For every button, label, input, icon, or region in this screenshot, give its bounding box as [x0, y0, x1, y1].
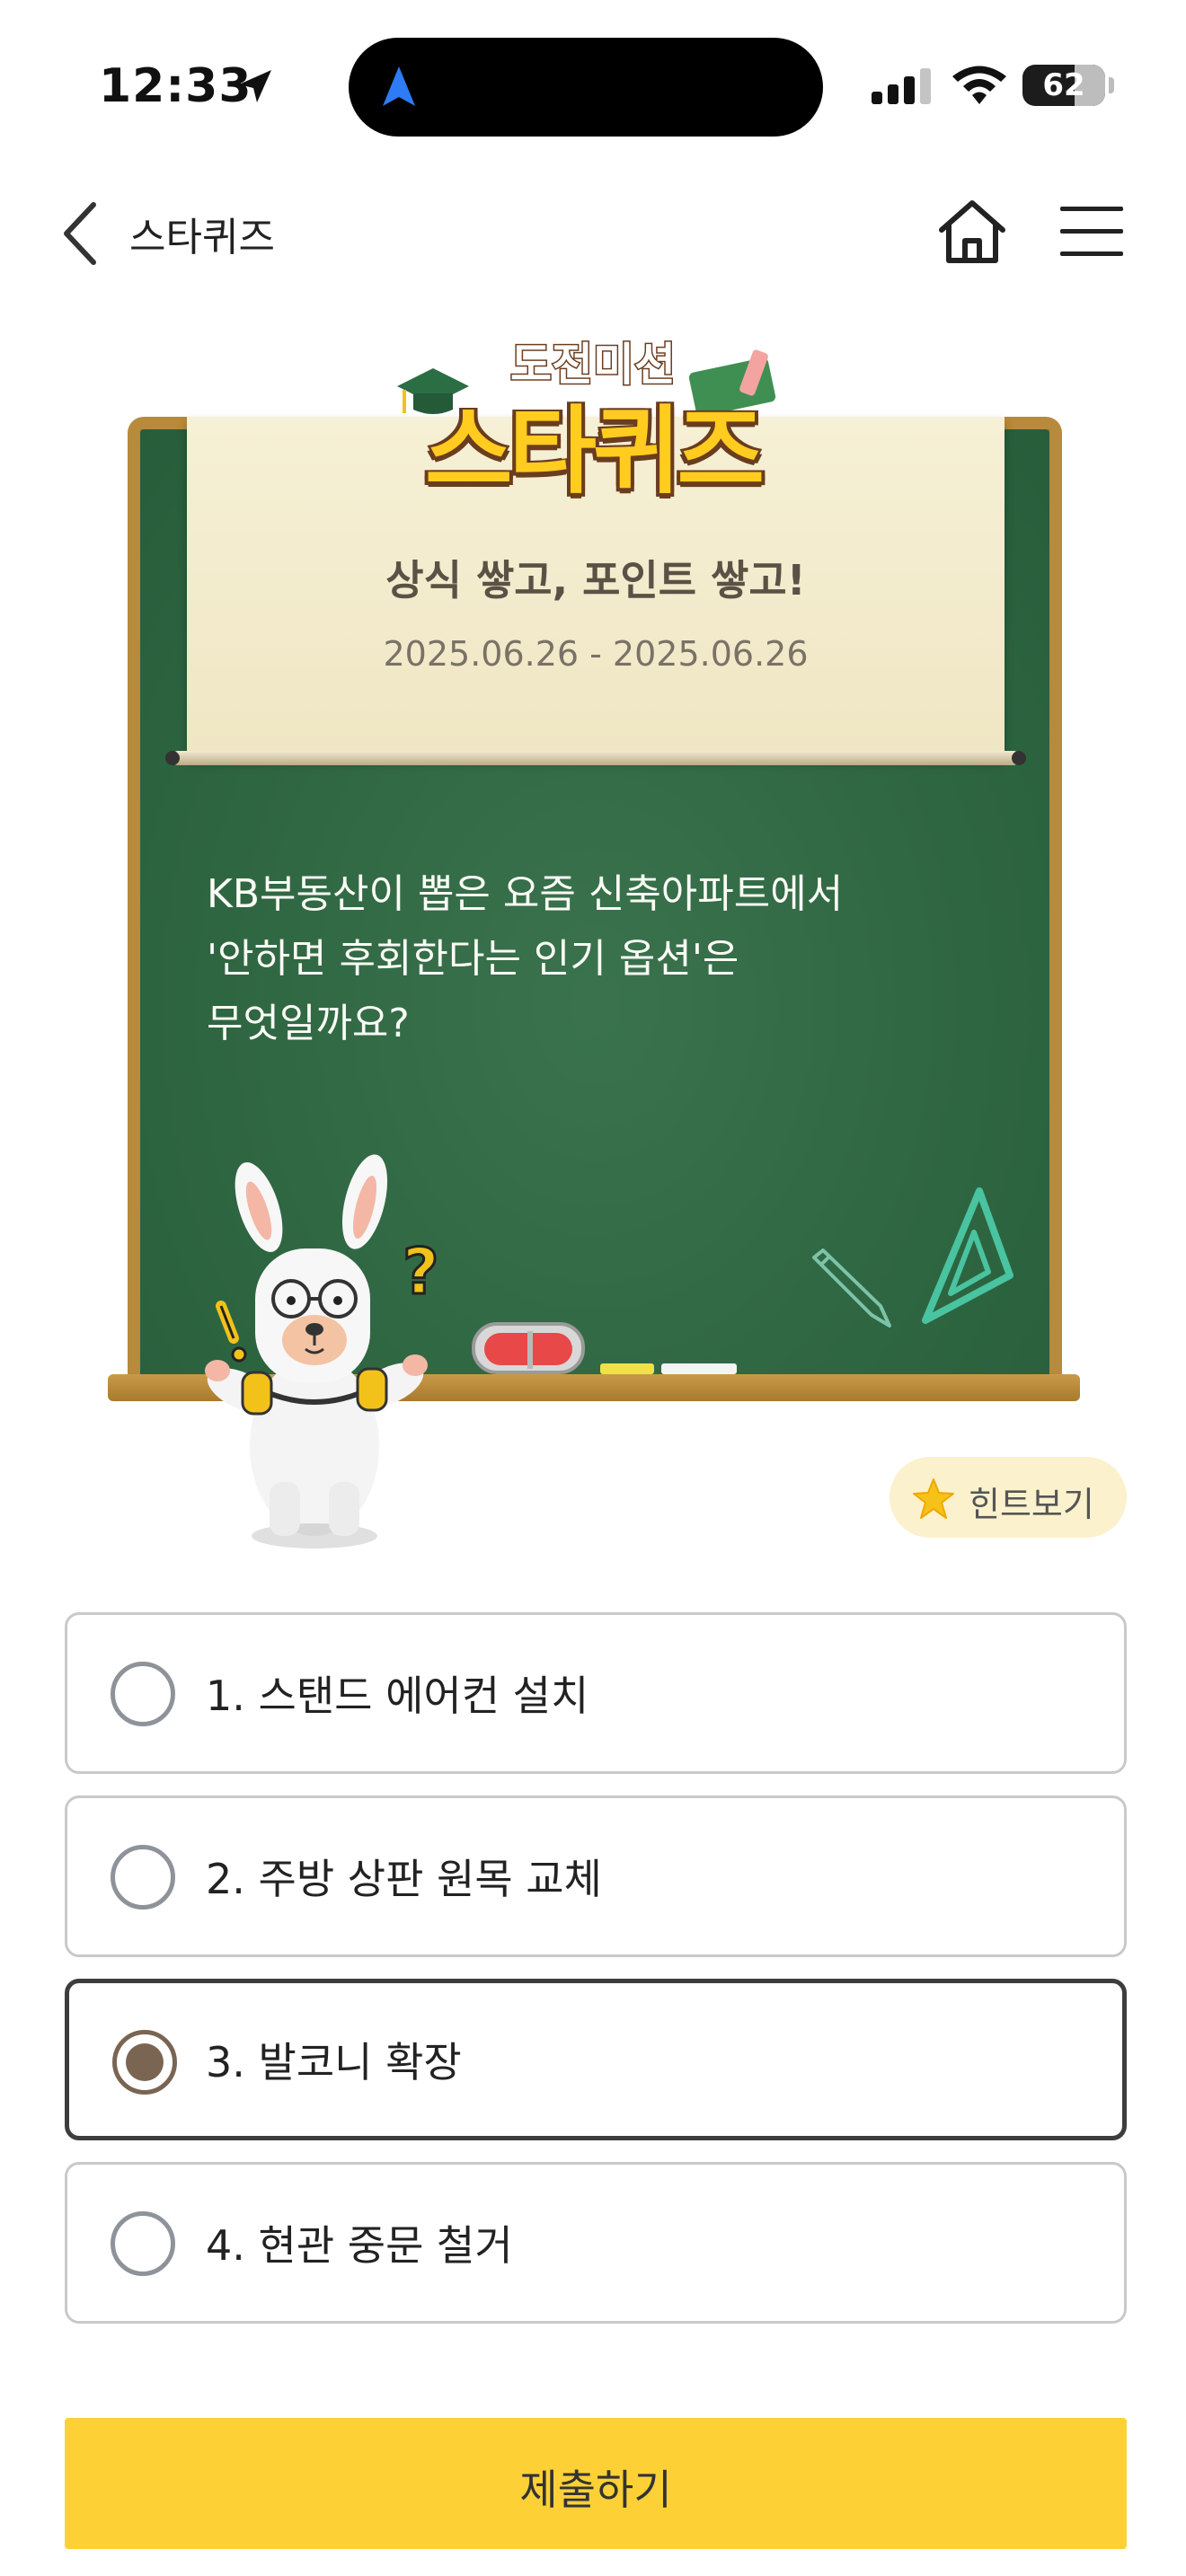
submit-label: 제출하기 — [519, 2466, 672, 2514]
status-bar: 12:33 62 — [0, 0, 1186, 171]
home-icon — [939, 200, 1005, 263]
exclamation-icon — [216, 1301, 247, 1363]
chalk-pencil-icon — [812, 1248, 891, 1328]
scroll-rod — [171, 751, 1021, 765]
white-chalk — [661, 1363, 737, 1374]
hint-label: 힌트보기 — [969, 1485, 1094, 1524]
back-button[interactable] — [54, 198, 108, 269]
battery-indicator: 62 — [1022, 65, 1105, 106]
radio-button[interactable] — [111, 1845, 175, 1910]
star-icon — [913, 1478, 954, 1519]
radio-selected-dot — [126, 2043, 164, 2081]
wifi-icon — [952, 66, 1006, 104]
radio-button-selected[interactable] — [112, 2030, 177, 2095]
event-period: 2025.06.26 - 2025.06.26 — [383, 634, 809, 674]
option-label: 2. 주방 상판 원목 교체 — [206, 1855, 602, 1903]
app-header: 스타퀴즈 — [0, 180, 1186, 287]
banner-subtitle: 상식 쌓고, 포인트 쌓고! — [385, 556, 806, 604]
home-button[interactable] — [934, 194, 1010, 269]
hint-button[interactable]: 힌트보기 — [890, 1457, 1127, 1538]
status-time: 12:33 — [99, 59, 252, 113]
option-label: 4. 현관 중문 철거 — [206, 2221, 513, 2270]
battery-level: 62 — [1042, 67, 1085, 103]
page-title: 스타퀴즈 — [129, 215, 275, 260]
navigation-arrow-icon — [383, 66, 415, 106]
question-mark-icon: ? — [403, 1235, 439, 1309]
menu-button[interactable] — [1057, 199, 1127, 264]
star-quiz-logo: 도전미션 스타퀴즈 — [397, 323, 782, 521]
question-text: KB부동산이 뽑은 요즘 신축아파트에서 '안하면 후회한다는 인기 옵션'은 … — [207, 871, 844, 1046]
chevron-left-icon — [64, 202, 96, 265]
battery-cap — [1109, 77, 1114, 93]
submit-button[interactable]: 제출하기 — [65, 2418, 1127, 2549]
chalk-drawing — [809, 1186, 1024, 1338]
chalk-triangle-ruler-icon — [922, 1187, 1013, 1324]
cellular-signal-icon — [872, 68, 931, 104]
radio-button[interactable] — [111, 2211, 175, 2276]
alpaca-mascot: ? — [205, 1154, 440, 1548]
dynamic-island — [349, 38, 823, 137]
quiz-board: 도전미션 스타퀴즈 상식 쌓고, 포인트 쌓고! 2025.06.26 - 20… — [108, 323, 1087, 1563]
logo-title: 스타퀴즈 — [424, 396, 765, 507]
option-label: 1. 스탠드 에어컨 설치 — [206, 1672, 589, 1720]
location-arrow-icon — [239, 70, 271, 102]
hamburger-menu-icon — [1060, 207, 1123, 256]
yellow-chalk — [600, 1363, 654, 1374]
answer-option-3[interactable]: 3. 발코니 확장 — [65, 1979, 1127, 2140]
answer-option-1[interactable]: 1. 스탠드 에어컨 설치 — [65, 1612, 1127, 1774]
radio-button[interactable] — [111, 1662, 175, 1726]
eraser — [472, 1322, 585, 1374]
answer-option-4[interactable]: 4. 현관 중문 철거 — [65, 2162, 1127, 2324]
option-label: 3. 발코니 확장 — [206, 2038, 462, 2086]
answer-option-2[interactable]: 2. 주방 상판 원목 교체 — [65, 1795, 1127, 1957]
